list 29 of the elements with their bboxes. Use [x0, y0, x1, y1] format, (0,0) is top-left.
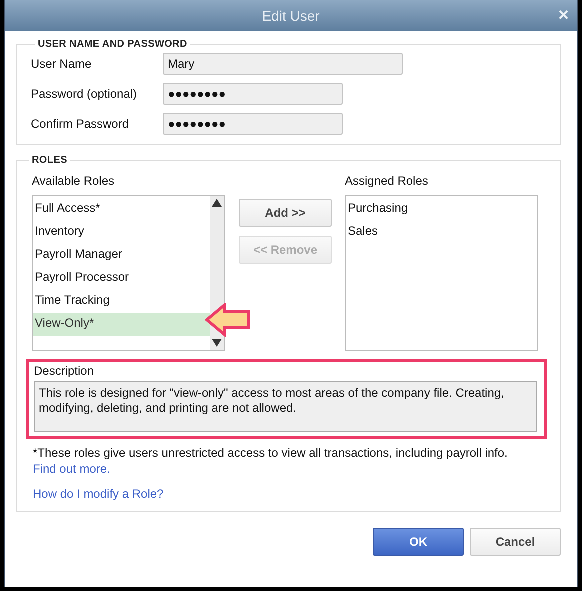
role-item[interactable]: View-Only*: [33, 313, 210, 336]
input-field[interactable]: Mary: [163, 53, 403, 75]
field-label: User Name: [31, 57, 93, 71]
scroll-down-icon[interactable]: [212, 339, 222, 347]
input-field[interactable]: ●●●●●●●●: [163, 113, 343, 135]
ok-button[interactable]: OK: [373, 528, 464, 556]
field-label: Confirm Password: [31, 117, 130, 131]
role-item[interactable]: Payroll Processor: [33, 267, 210, 290]
group-legend: ROLES: [29, 155, 70, 166]
scroll-up-icon[interactable]: [212, 199, 222, 207]
role-item[interactable]: Full Access*: [33, 198, 210, 221]
help-link[interactable]: Find out more.: [33, 462, 110, 476]
role-item[interactable]: Payroll Manager: [33, 244, 210, 267]
role-item[interactable]: Time Tracking: [33, 290, 210, 313]
input-field[interactable]: ●●●●●●●●: [163, 83, 343, 105]
cancel-button[interactable]: Cancel: [470, 528, 561, 556]
role-item[interactable]: Sales: [346, 221, 537, 244]
description-text: This role is designed for "view-only" access to most areas of the company file. Creating, modifying, deleting, and printing are not allowed.: [34, 381, 537, 432]
field-label: Password (optional): [31, 87, 138, 101]
role-item[interactable]: Purchasing: [346, 198, 537, 221]
footnote-text: *These roles give users unrestricted access to view all transactions, including payroll info.: [33, 446, 509, 460]
list-label: Assigned Roles: [345, 174, 430, 188]
description-label: Description: [34, 364, 96, 378]
role-item[interactable]: Inventory: [33, 221, 210, 244]
list-label: Available Roles: [32, 174, 116, 188]
group-legend: USER NAME AND PASSWORD: [35, 39, 190, 50]
help-link[interactable]: How do I modify a Role?: [33, 487, 164, 501]
add-button[interactable]: Add >>: [239, 199, 332, 227]
window-title: Edit User: [262, 8, 320, 24]
